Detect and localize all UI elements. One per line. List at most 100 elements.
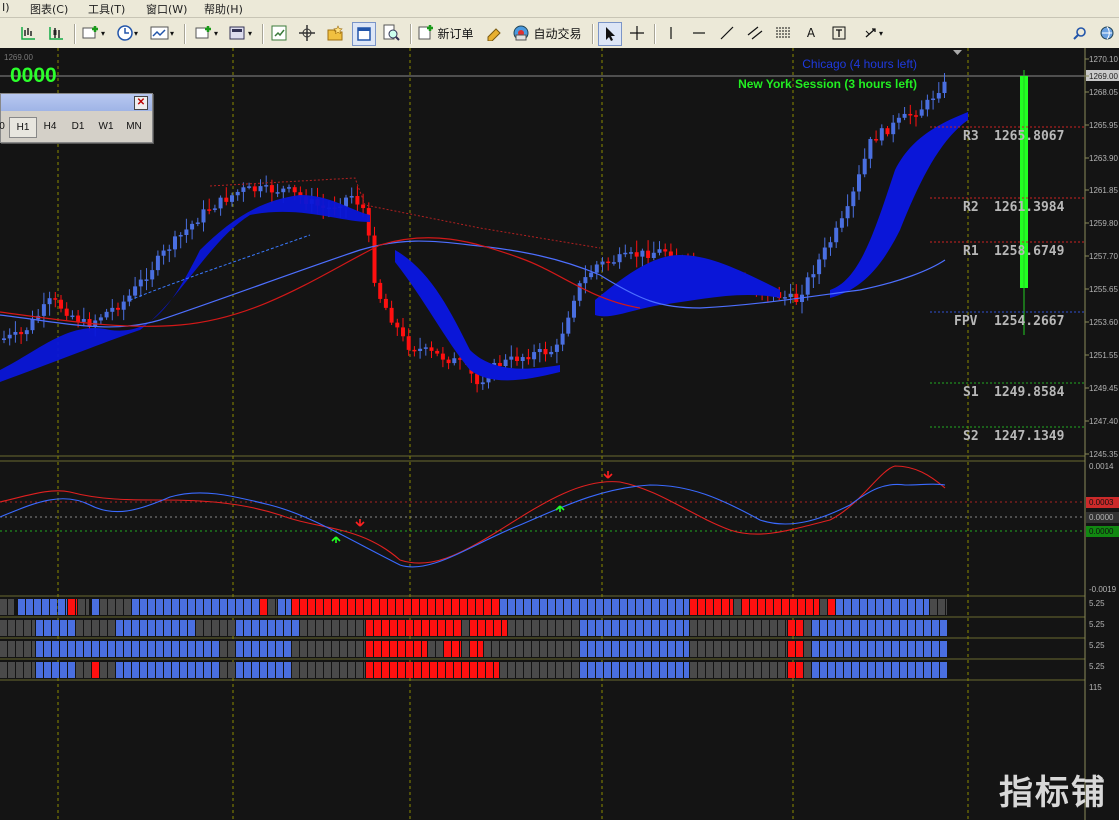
- trend-bar-cell: [868, 662, 875, 678]
- candle-body: [98, 317, 103, 321]
- folder-star-icon[interactable]: [324, 22, 346, 44]
- new-order-button[interactable]: 新订单: [416, 22, 476, 44]
- trend-bar-cell: [172, 662, 179, 678]
- trend-bar-cell: [212, 641, 219, 657]
- candle-body: [13, 331, 18, 335]
- timeframe-h1[interactable]: H1: [9, 117, 37, 138]
- trend-bar-cell: [548, 620, 555, 636]
- menu-item-4[interactable]: 帮助(H): [204, 1, 243, 17]
- trend-bar-cell: [836, 599, 843, 615]
- trend-bar-cell: [204, 662, 211, 678]
- new-chart-icon[interactable]: ▾: [80, 22, 106, 44]
- candle-body: [264, 185, 269, 187]
- timeframe-h4[interactable]: H4: [37, 117, 63, 136]
- pencil-eraser-icon[interactable]: [484, 22, 504, 44]
- trend-bar-cell: [260, 641, 267, 657]
- trend-bar-cell: [164, 620, 171, 636]
- trend-bar-cell: [132, 620, 139, 636]
- menu-item-3[interactable]: 窗口(W): [146, 1, 187, 17]
- candle-body: [19, 331, 24, 335]
- crosshair-move-icon[interactable]: [296, 22, 318, 44]
- templates-icon[interactable]: ▾: [148, 22, 176, 44]
- search-icon[interactable]: [1070, 22, 1090, 44]
- candle-body: [811, 274, 816, 278]
- trend-bar-cell: [722, 662, 729, 678]
- trend-bar-cell: [446, 620, 453, 636]
- zoom-doc-icon[interactable]: [380, 22, 402, 44]
- periods-icon[interactable]: ▾: [226, 22, 254, 44]
- trend-bar-cell: [580, 641, 587, 657]
- trend-bar-cell: [798, 599, 805, 615]
- horizontal-line-icon[interactable]: [688, 22, 710, 44]
- timeframe-mn[interactable]: MN: [121, 117, 147, 136]
- trend-bar-cell: [580, 662, 587, 678]
- trend-bar-cell: [698, 662, 705, 678]
- fibonacci-icon[interactable]: [772, 22, 794, 44]
- trend-bar-cell: [924, 620, 931, 636]
- trend-bar-cell: [668, 641, 675, 657]
- timeframe-d1[interactable]: D1: [65, 117, 91, 136]
- candle-body: [7, 334, 12, 339]
- bars-axis-label: 5.25: [1089, 620, 1105, 629]
- candle-body: [218, 197, 223, 209]
- close-icon[interactable]: ✕: [134, 96, 148, 110]
- trend-bar-cell: [26, 599, 33, 615]
- trend-bar-cell: [778, 620, 785, 636]
- timeframe-w1[interactable]: W1: [93, 117, 119, 136]
- autoscroll-icon[interactable]: [268, 22, 290, 44]
- trend-bar-cell: [868, 599, 875, 615]
- trend-bar-cell: [836, 641, 843, 657]
- price-axis-label: 1253.60: [1089, 318, 1118, 327]
- arrows-menu-icon[interactable]: ▾: [858, 22, 888, 44]
- trend-bar-cell: [722, 620, 729, 636]
- trend-bar-cell: [636, 599, 643, 615]
- trend-bar-cell: [382, 620, 389, 636]
- cursor-arrow-icon[interactable]: [598, 22, 622, 46]
- candle-body: [503, 359, 508, 367]
- trend-bar-cell: [754, 641, 761, 657]
- trend-bar-cell: [628, 599, 635, 615]
- indicators-icon[interactable]: ▾: [192, 22, 220, 44]
- trend-bar-cell: [660, 620, 667, 636]
- trend-bar-cell: [714, 620, 721, 636]
- trend-bar-cell: [892, 599, 899, 615]
- trend-bar-cell: [860, 620, 867, 636]
- community-icon[interactable]: [1096, 22, 1118, 44]
- trendline-icon[interactable]: [716, 22, 738, 44]
- trend-bar-cell: [268, 662, 275, 678]
- clock-icon[interactable]: ▾: [114, 22, 140, 44]
- trend-bar-cell: [938, 599, 945, 615]
- chart-bar-icon[interactable]: [16, 22, 40, 44]
- trend-bar-cell: [844, 641, 851, 657]
- trend-bar-cell: [786, 662, 787, 678]
- candle-body: [372, 235, 377, 283]
- menu-item-0[interactable]: I): [2, 1, 10, 14]
- crosshair-icon[interactable]: [626, 22, 648, 44]
- chart-candle-icon[interactable]: [44, 22, 68, 44]
- menu-item-2[interactable]: 工具(T): [88, 1, 125, 17]
- trend-bar-cell: [8, 620, 15, 636]
- vertical-line-icon[interactable]: [660, 22, 682, 44]
- trend-bar-cell: [420, 599, 427, 615]
- trend-bar-cell: [820, 599, 827, 615]
- trend-bar-cell: [356, 641, 363, 657]
- candle-body: [589, 272, 594, 278]
- pivot-value-fpv: 1254.2667: [994, 314, 1064, 329]
- pivot-label-s1: S1: [963, 385, 979, 400]
- menu-item-1[interactable]: 图表(C): [30, 1, 68, 17]
- trend-bar-cell: [500, 662, 507, 678]
- trend-bar-cell: [116, 599, 123, 615]
- trend-bar-cell: [532, 662, 539, 678]
- equidistant-channel-icon[interactable]: [744, 22, 766, 44]
- text-label-icon[interactable]: [828, 22, 850, 44]
- candle-body: [116, 307, 120, 310]
- auto-trade-button[interactable]: 自动交易: [510, 22, 584, 44]
- trend-bar-cell: [132, 599, 139, 615]
- text-tool-button[interactable]: A: [800, 22, 822, 44]
- trend-bar-cell: [356, 599, 363, 615]
- trend-bar-cell: [398, 620, 405, 636]
- price-chart[interactable]: R3 1265.8067 R2 1261.3984 R1 1258.6749 FPV 1254…: [0, 48, 1119, 820]
- trend-bar-cell: [324, 620, 331, 636]
- chart-window-icon[interactable]: [352, 22, 376, 46]
- trend-bar-cell: [220, 641, 227, 657]
